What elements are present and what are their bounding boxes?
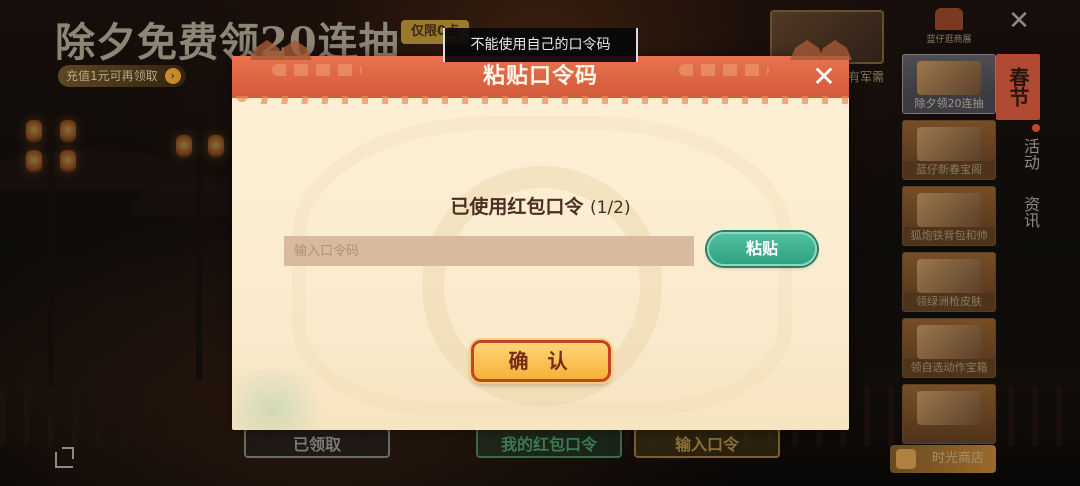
bag-icon — [896, 449, 916, 469]
event-thumbnail — [917, 391, 981, 425]
side-hint-text: 有军需 — [848, 70, 885, 84]
event-item[interactable]: 狐炮铁背包和帅 — [902, 186, 996, 246]
event-label: 领自选动作宝箱 — [903, 359, 995, 377]
time-shop-button[interactable]: 时光商店 — [890, 445, 996, 473]
used-code-label: 已使用红包口令 — [450, 196, 584, 218]
event-item[interactable] — [902, 384, 996, 444]
event-label: 除夕领20连抽 — [903, 95, 995, 113]
chevron-right-icon: › — [164, 68, 181, 84]
side-tabs: 春节 活动 资讯 — [996, 54, 1040, 246]
shop-icon — [935, 8, 963, 30]
dialog-title: 粘贴口令码 — [482, 64, 598, 89]
recharge-text: 充值1元可再领取 — [66, 69, 158, 83]
event-item[interactable]: 除夕领20连抽 — [902, 54, 996, 114]
dialog-corner-decoration — [232, 370, 332, 430]
close-icon[interactable]: ✕ — [809, 62, 839, 92]
tab-spring-festival[interactable]: 春节 — [996, 54, 1040, 120]
notification-dot — [1032, 124, 1040, 132]
event-list: 除夕领20连抽 蓝仔新春宝阁 狐炮铁背包和帅 领绿洲枪皮肤 领自选动作宝箱 — [902, 54, 996, 450]
toast-message: 不能使用自己的口令码 — [443, 28, 638, 62]
paste-code-dialog: 粘贴口令码 ✕ 已使用红包口令 (1/2) 粘贴 确 认 — [232, 56, 849, 430]
event-item[interactable]: 蓝仔新春宝阁 — [902, 120, 996, 180]
event-thumbnail — [917, 259, 981, 293]
event-thumbnail — [917, 127, 981, 161]
used-code-status: 已使用红包口令 (1/2) — [232, 192, 849, 219]
event-item[interactable]: 领绿洲枪皮肤 — [902, 252, 996, 312]
claimed-tab[interactable]: 已领取 — [244, 428, 390, 458]
event-label: 狐炮铁背包和帅 — [903, 227, 995, 245]
event-thumbnail — [917, 61, 981, 95]
shop-label: 蓝仔逛商展 — [926, 35, 972, 45]
recharge-banner[interactable]: 充值1元可再领取 › — [58, 65, 186, 87]
code-input[interactable] — [284, 236, 694, 266]
shop-entry[interactable]: 蓝仔逛商展 — [918, 8, 980, 46]
event-thumbnail — [917, 325, 981, 359]
event-thumbnail — [917, 193, 981, 227]
tab-news[interactable]: 资讯 — [996, 188, 1040, 236]
event-label: 蓝仔新春宝阁 — [903, 161, 995, 179]
close-icon[interactable]: ✕ — [1006, 8, 1032, 34]
used-code-count: (1/2) — [590, 198, 631, 218]
enter-code-tab[interactable]: 输入口令 — [634, 428, 780, 458]
tab-activities[interactable]: 活动 — [996, 130, 1040, 178]
event-label: 领绿洲枪皮肤 — [903, 293, 995, 311]
time-shop-label: 时光商店 — [931, 451, 984, 466]
event-item[interactable]: 领自选动作宝箱 — [902, 318, 996, 378]
paste-button[interactable]: 粘贴 — [707, 232, 817, 266]
my-red-packet-code-tab[interactable]: 我的红包口令 — [476, 428, 622, 458]
share-icon[interactable] — [55, 452, 73, 468]
confirm-button[interactable]: 确 认 — [471, 340, 611, 382]
